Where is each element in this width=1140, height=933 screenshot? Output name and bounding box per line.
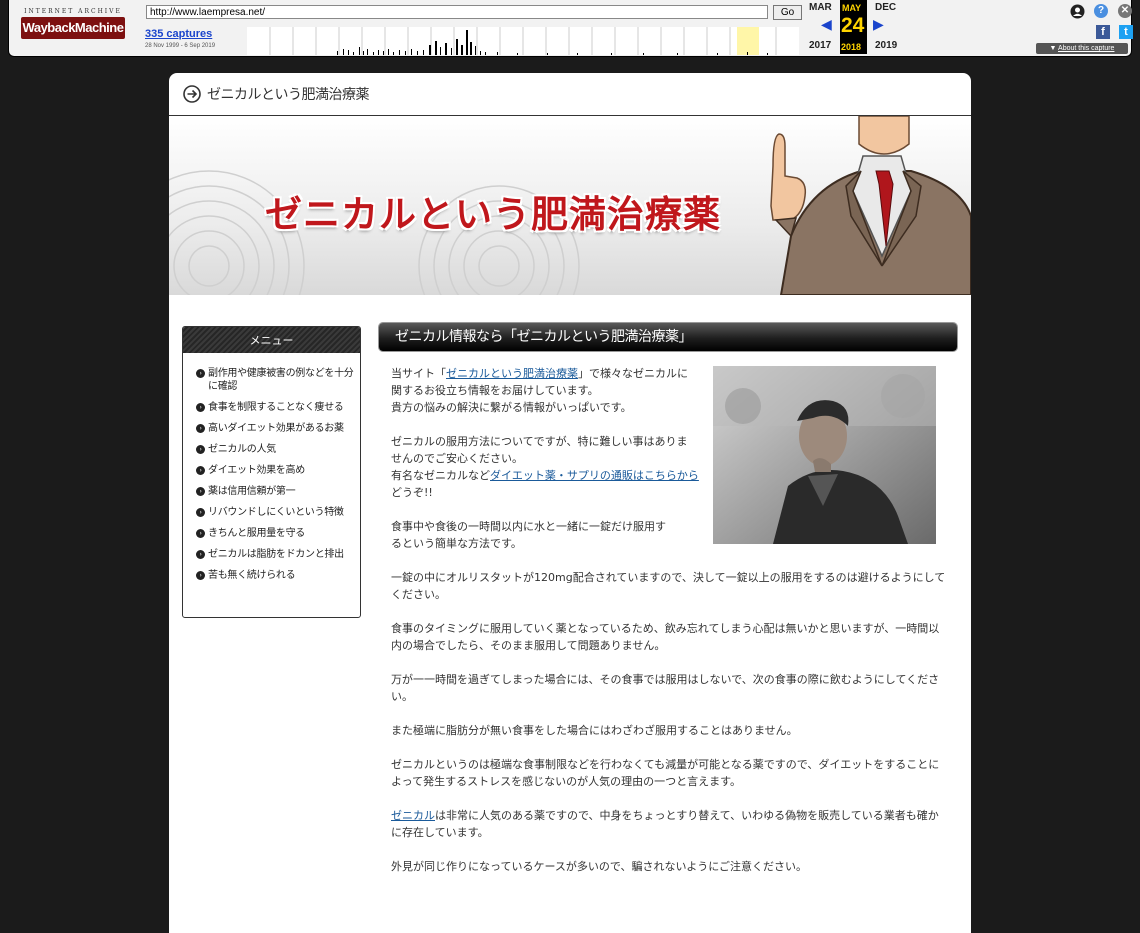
paragraph: また極端に脂肪分が無い食事をした場合にはわざわざ服用することはありません。 (391, 724, 798, 737)
intro-line-3: 貴方の悩みの解決に繋がる情報がいっぱいです。 (391, 401, 632, 414)
paragraph: 一錠の中にオルリスタットが120mg配合されていますので、決して一錠以上の服用を… (391, 571, 946, 601)
site-header: ゼニカルという肥満治療薬 (169, 73, 971, 116)
text-fragment: 当サイト「 (391, 367, 446, 380)
sidebar-item[interactable]: › 苦も無く続けられる (196, 569, 354, 582)
capture-sparkline[interactable] (247, 27, 799, 55)
paragraph: ゼニカルは非常に人気のある薬ですので、中身をちょっとすり替えて、いわゆる偽物を販… (391, 807, 947, 841)
site-page: ゼニカルという肥満治療薬 ゼニカルという肥満治療薬 メニュー › 副作用や健康被… (169, 73, 971, 933)
sidebar-item[interactable]: › ゼニカルは脂肪をドカンと排出 (196, 548, 354, 561)
sidebar-item[interactable]: › ゼニカルの人気 (196, 443, 354, 456)
sidebar-item-label: 高いダイエット効果があるお薬 (208, 423, 344, 434)
sidebar-item[interactable]: › 高いダイエット効果があるお薬 (196, 422, 354, 435)
chevron-right-icon: › (196, 550, 205, 559)
text-fragment: 有名なゼニカルなど (391, 469, 490, 482)
paragraph: ゼニカルというのは極端な食事制限などを行わなくても減量が可能となる薬ですので、ダ… (391, 758, 940, 788)
text-fragment: は非常に人気のある薬ですので、中身をちょっとすり替えて、いわゆる偽物を販売してい… (391, 809, 939, 839)
prev-year-label[interactable]: 2017 (809, 40, 831, 51)
current-day-label: 24 (841, 14, 865, 37)
next-year-label[interactable]: 2019 (875, 40, 897, 51)
capture-date-range: 28 Nov 1999 - 6 Sep 2019 (145, 43, 216, 49)
sidebar-item-label: リバウンドしにくいという特徴 (208, 507, 344, 518)
sidebar-item-label: きちんと服用量を守る (208, 528, 305, 539)
about-capture-button[interactable]: ▼ About this capture (1036, 43, 1128, 54)
banner-title: ゼニカルという肥満治療薬 (265, 193, 721, 236)
site-name-link[interactable]: ゼニカルという肥満治療薬 (446, 367, 578, 380)
sidebar-item[interactable]: › リバウンドしにくいという特徴 (196, 506, 354, 519)
next-capture-arrow-icon[interactable]: ▶ (873, 16, 884, 33)
paragraph: 食事のタイミングに服用していく薬となっているため、飲み忘れてしまう心配は無いかと… (391, 622, 940, 652)
chevron-right-icon: › (196, 369, 205, 378)
chevron-right-icon: › (196, 424, 205, 433)
sidebar-item[interactable]: › きちんと服用量を守る (196, 527, 354, 540)
user-icon[interactable] (1070, 4, 1085, 19)
chevron-right-icon: › (196, 445, 205, 454)
url-input[interactable]: http://www.laempresa.net/ (146, 5, 768, 19)
usage-line-3: 有名なゼニカルなどダイエット薬・サプリの通販はこちらから (391, 467, 947, 484)
site-title-link[interactable]: ゼニカルという肥満治療薬 (207, 84, 370, 104)
text-fragment: 」で様々なゼニカルに (578, 367, 688, 380)
paragraph: 万が一一時間を過ぎてしまった場合には、その食事では服用はしないで、次の食事の際に… (391, 673, 940, 703)
arrow-circle-icon (183, 85, 201, 103)
diet-shop-link[interactable]: ダイエット薬・サプリの通販はこちらから (490, 469, 699, 482)
chevron-right-icon: › (196, 487, 205, 496)
usage-line-4: どうぞ!! (391, 486, 433, 499)
sidebar-menu: メニュー › 副作用や健康被害の例などを十分に確認 › 食事を制限することなく痩せる… (182, 326, 361, 618)
sidebar-item[interactable]: › 食事を制限することなく痩せる (196, 401, 354, 414)
sidebar-item-label: ゼニカルの人気 (208, 444, 276, 455)
sidebar-item-label: 食事を制限することなく痩せる (208, 402, 344, 413)
sidebar-item[interactable]: › ダイエット効果を高め (196, 464, 354, 477)
main-content: 当サイト「ゼニカルという肥満治療薬」で様々なゼニカルに 関するお役立ち情報をお届… (391, 365, 947, 875)
paragraph: 外見が同じ作りになっているケースが多いので、騙されないようにご注意ください。 (391, 860, 808, 873)
current-month-label: MAY (842, 3, 862, 13)
help-icon[interactable]: ? (1094, 4, 1108, 18)
close-icon[interactable]: ✕ (1118, 4, 1132, 18)
sidebar-item-label: ゼニカルは脂肪をドカンと排出 (208, 549, 344, 560)
chevron-right-icon: › (196, 403, 205, 412)
main-heading: ゼニカル情報なら「ゼニカルという肥満治療薬」 (379, 323, 957, 351)
dropdown-triangle-icon: ▼ (1049, 45, 1059, 52)
chevron-right-icon: › (196, 466, 205, 475)
facebook-icon[interactable]: f (1096, 25, 1110, 39)
current-year-label: 2018 (841, 42, 862, 52)
sidebar-heading: メニュー (183, 327, 360, 353)
sidebar-item-label: 薬は信用信頼が第一 (208, 486, 296, 497)
businessman-illustration (770, 116, 971, 295)
sidebar-item[interactable]: › 薬は信用信頼が第一 (196, 485, 354, 498)
usage-line-1: ゼニカルの服用方法についてですが、特に難しい事はありま (391, 435, 688, 448)
method-line-2: るという簡単な方法です。 (391, 537, 522, 550)
intro-line-2: 関するお役立ち情報をお届けしています。 (391, 384, 599, 397)
twitter-icon[interactable]: t (1119, 25, 1133, 39)
chevron-right-icon: › (196, 529, 205, 538)
sidebar-item-label: 副作用や健康被害の例などを十分に確認 (208, 368, 354, 392)
prev-capture-arrow-icon[interactable]: ◀ (821, 16, 832, 33)
method-line-1: 食事中や食後の一時間以内に水と一緒に一錠だけ服用す (391, 520, 666, 533)
calendar-nav: MAR ◀ 2017 MAY 24 2018 DEC ▶ 2019 (807, 0, 907, 54)
about-capture-label: About this capture (1058, 45, 1115, 52)
intro-line-1: 当サイト「ゼニカルという肥満治療薬」で様々なゼニカルに (391, 365, 947, 382)
next-month-label[interactable]: DEC (875, 2, 896, 13)
xenical-link[interactable]: ゼニカル (391, 809, 435, 822)
captures-link[interactable]: 335 captures (145, 28, 212, 40)
chevron-right-icon: › (196, 571, 205, 580)
go-button[interactable]: Go (773, 5, 802, 20)
wayback-toolbar: INTERNET ARCHIVE WaybackMachine http://w… (8, 0, 1133, 57)
sidebar-item-label: 苦も無く続けられる (208, 570, 296, 581)
wayback-logo[interactable]: INTERNET ARCHIVE WaybackMachine (21, 8, 125, 44)
logo-internet-archive-text: INTERNET ARCHIVE (24, 8, 122, 15)
logo-wayback-text: WaybackMachine (21, 17, 125, 39)
chevron-right-icon: › (196, 508, 205, 517)
sidebar-item-label: ダイエット効果を高め (208, 465, 305, 476)
site-banner: ゼニカルという肥満治療薬 (169, 116, 971, 295)
prev-month-label[interactable]: MAR (809, 2, 832, 13)
sidebar-item[interactable]: › 副作用や健康被害の例などを十分に確認 (196, 367, 354, 393)
usage-line-2: せんのでご安心ください。 (391, 452, 523, 465)
